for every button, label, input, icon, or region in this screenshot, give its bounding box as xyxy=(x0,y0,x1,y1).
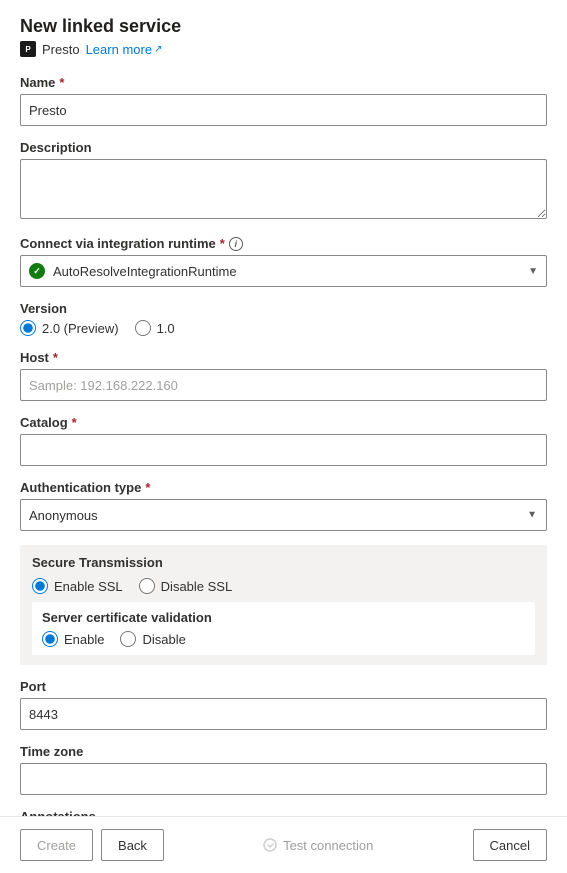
test-connection-icon xyxy=(263,838,277,852)
panel: New linked service P Presto Learn more ↗… xyxy=(0,0,567,873)
name-label: Name * xyxy=(20,75,547,90)
connect-label: Connect via integration runtime * i xyxy=(20,236,547,251)
enable-ssl-label: Enable SSL xyxy=(54,579,123,594)
annotations-section: Annotations + New xyxy=(20,809,547,816)
cert-enable-item[interactable]: Enable xyxy=(42,631,104,647)
connect-required: * xyxy=(220,236,225,251)
version-label: Version xyxy=(20,301,547,316)
cert-validation-section: Server certificate validation Enable Dis… xyxy=(32,602,535,655)
cert-disable-label: Disable xyxy=(142,632,185,647)
connect-chevron-icon: ▼ xyxy=(528,266,538,277)
cancel-button[interactable]: Cancel xyxy=(473,829,547,861)
presto-icon: P xyxy=(20,41,36,57)
cert-radio-group: Enable Disable xyxy=(42,631,525,647)
disable-ssl-item[interactable]: Disable SSL xyxy=(139,578,233,594)
version-option1-label: 2.0 (Preview) xyxy=(42,321,119,336)
port-input[interactable] xyxy=(20,698,547,730)
disable-ssl-label: Disable SSL xyxy=(161,579,233,594)
secure-section: Secure Transmission Enable SSL Disable S… xyxy=(20,545,547,665)
host-input[interactable] xyxy=(20,369,547,401)
timezone-input[interactable] xyxy=(20,763,547,795)
name-required: * xyxy=(59,75,64,90)
cert-validation-label: Server certificate validation xyxy=(42,610,525,625)
footer-bar: Create Back Test connection Cancel xyxy=(0,816,567,873)
auth-dropdown[interactable]: Anonymous xyxy=(20,499,547,531)
catalog-required: * xyxy=(72,415,77,430)
auth-label: Authentication type * xyxy=(20,480,547,495)
back-button[interactable]: Back xyxy=(101,829,164,861)
auth-dropdown-container: Anonymous ▼ xyxy=(20,499,547,531)
description-field-group: Description xyxy=(20,140,547,222)
timezone-field-group: Time zone xyxy=(20,744,547,795)
catalog-field-group: Catalog * xyxy=(20,415,547,466)
timezone-label: Time zone xyxy=(20,744,547,759)
enable-ssl-radio[interactable] xyxy=(32,578,48,594)
create-button[interactable]: Create xyxy=(20,829,93,861)
ssl-radio-group: Enable SSL Disable SSL xyxy=(32,578,535,594)
description-input[interactable] xyxy=(20,159,547,219)
version-option2-label: 1.0 xyxy=(157,321,175,336)
cert-disable-radio[interactable] xyxy=(120,631,136,647)
learn-more-text: Learn more xyxy=(86,42,152,57)
host-field-group: Host * xyxy=(20,350,547,401)
cert-disable-item[interactable]: Disable xyxy=(120,631,185,647)
test-connection-button: Test connection xyxy=(263,838,373,853)
host-label: Host * xyxy=(20,350,547,365)
connect-dropdown[interactable]: AutoResolveIntegrationRuntime ▼ xyxy=(20,255,547,287)
auth-required: * xyxy=(145,480,150,495)
learn-more-link[interactable]: Learn more ↗ xyxy=(86,42,163,57)
catalog-input[interactable] xyxy=(20,434,547,466)
connect-field-group: Connect via integration runtime * i Auto… xyxy=(20,236,547,287)
port-label: Port xyxy=(20,679,547,694)
auth-field-group: Authentication type * Anonymous ▼ xyxy=(20,480,547,531)
test-connection-label: Test connection xyxy=(283,838,373,853)
page-title: New linked service xyxy=(20,16,547,37)
version-option1-item[interactable]: 2.0 (Preview) xyxy=(20,320,119,336)
connect-check-icon xyxy=(29,263,45,279)
catalog-label: Catalog * xyxy=(20,415,547,430)
version-radio-group: 2.0 (Preview) 1.0 xyxy=(20,320,547,336)
description-label: Description xyxy=(20,140,547,155)
host-required: * xyxy=(53,350,58,365)
disable-ssl-radio[interactable] xyxy=(139,578,155,594)
version-option1-radio[interactable] xyxy=(20,320,36,336)
service-type-label: Presto xyxy=(42,42,80,57)
name-field-group: Name * xyxy=(20,75,547,126)
enable-ssl-item[interactable]: Enable SSL xyxy=(32,578,123,594)
cert-enable-label: Enable xyxy=(64,632,104,647)
connect-value: AutoResolveIntegrationRuntime xyxy=(53,264,528,279)
content-area: New linked service P Presto Learn more ↗… xyxy=(0,0,567,816)
name-input[interactable] xyxy=(20,94,547,126)
port-field-group: Port xyxy=(20,679,547,730)
external-link-icon: ↗ xyxy=(154,44,162,55)
version-option2-item[interactable]: 1.0 xyxy=(135,320,175,336)
version-option2-radio[interactable] xyxy=(135,320,151,336)
cert-enable-radio[interactable] xyxy=(42,631,58,647)
annotations-label: Annotations xyxy=(20,809,547,816)
connect-info-icon[interactable]: i xyxy=(229,237,243,251)
subtitle-row: P Presto Learn more ↗ xyxy=(20,41,547,57)
secure-label: Secure Transmission xyxy=(32,555,535,570)
version-field-group: Version 2.0 (Preview) 1.0 xyxy=(20,301,547,336)
